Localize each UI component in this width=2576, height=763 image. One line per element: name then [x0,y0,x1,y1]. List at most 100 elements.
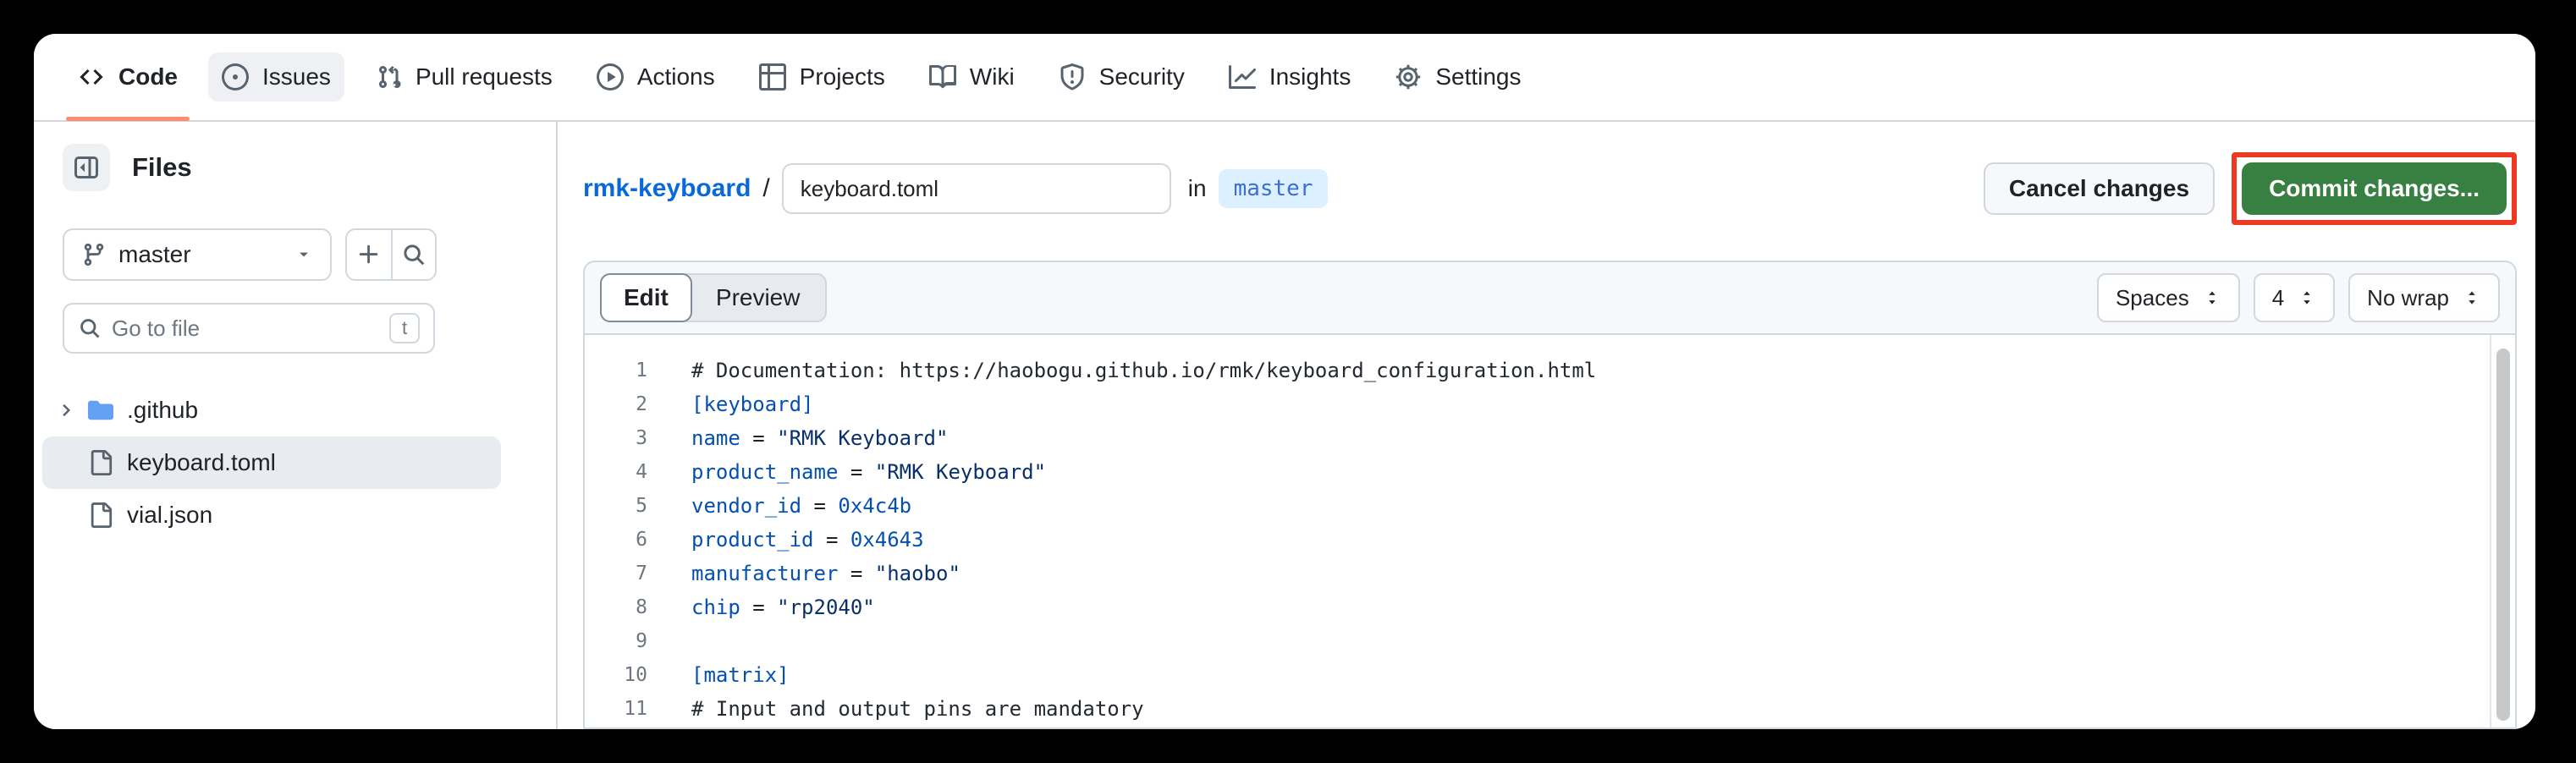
tab-issues[interactable]: Issues [200,34,353,120]
in-label: in [1188,175,1207,202]
files-header: Files [63,144,531,191]
line-content: [matrix] [647,658,790,692]
scrollbar-thumb[interactable] [2496,349,2510,721]
files-title: Files [132,152,192,183]
content: Files master [34,122,2535,729]
code-line[interactable]: 10[matrix] [585,658,2515,692]
code-line[interactable]: 4product_name = "RMK Keyboard" [585,455,2515,489]
unfold-icon [2463,288,2481,307]
code-line[interactable]: 3name = "RMK Keyboard" [585,421,2515,455]
breadcrumb: rmk-keyboard / in master [583,163,1328,214]
unfold-icon [2203,288,2221,307]
tab-label: Settings [1435,63,1521,91]
line-number: 3 [585,421,647,455]
select-value: 4 [2272,285,2284,311]
tab-pill: Pull requests [361,52,566,102]
tab-pill: Wiki [916,52,1028,102]
shortcut-key-badge: t [389,313,420,343]
code-line[interactable]: 1# Documentation: https://haobogu.github… [585,354,2515,387]
go-to-file-input[interactable] [112,316,379,342]
code-line[interactable]: 5vendor_id = 0x4c4b [585,489,2515,523]
tab-edit[interactable]: Edit [600,273,692,322]
code-lines[interactable]: 1# Documentation: https://haobogu.github… [585,335,2515,727]
branch-name: master [118,241,283,268]
cancel-changes-button[interactable]: Cancel changes [1984,162,2215,215]
tab-pill: Code [64,52,191,102]
line-content: # Input and output pins are mandatory [647,692,1144,726]
code-area[interactable]: 1# Documentation: https://haobogu.github… [585,335,2515,727]
line-content: # Documentation: https://haobogu.github.… [647,354,1596,387]
play-icon [597,63,624,91]
code-line[interactable]: 6product_id = 0x4643 [585,523,2515,557]
plus-icon [356,242,382,267]
chevron-right-icon[interactable] [54,399,80,421]
tab-wiki[interactable]: Wiki [907,34,1037,120]
new-file-button[interactable] [347,230,391,279]
line-content [647,624,691,658]
line-content: product_name = "RMK Keyboard" [647,455,1046,489]
tree-item-vial.json[interactable]: vial.json [42,489,501,541]
files-sidebar: Files master [34,122,558,729]
code-line[interactable]: 8chip = "rp2040" [585,590,2515,624]
chevron-down-icon [294,245,313,264]
line-number: 5 [585,489,647,523]
pr-icon [375,63,402,91]
editor-controls: Spaces 4 No wrap [2097,273,2500,322]
code-line[interactable]: 9 [585,624,2515,658]
tab-code[interactable]: Code [56,34,200,120]
code-line[interactable]: 12input_pins = ["PIN_6", "PIN_7", "PIN_8… [585,726,2515,727]
unfold-icon [2298,288,2316,307]
commit-changes-button[interactable]: Commit changes... [2242,162,2507,215]
tab-insights[interactable]: Insights [1207,34,1373,120]
go-to-file-search: t [63,303,435,354]
tree-item-label: .github [127,397,198,424]
line-content: chip = "rp2040" [647,590,875,624]
tab-actions[interactable]: Actions [575,34,737,120]
file-editor: Edit Preview Spaces 4 No wrap 1# Documenta… [583,261,2517,729]
file-icon [88,450,113,475]
tab-security[interactable]: Security [1037,34,1207,120]
wrap-mode-select[interactable]: No wrap [2348,273,2500,322]
repo-link[interactable]: rmk-keyboard [583,174,751,203]
tab-projects[interactable]: Projects [737,34,907,120]
tree-item-label: keyboard.toml [127,449,276,476]
indent-size-select[interactable]: 4 [2254,273,2335,322]
line-number: 8 [585,590,647,624]
code-line[interactable]: 2[keyboard] [585,387,2515,421]
tree-item-.github[interactable]: .github [42,384,501,436]
tab-pill: Insights [1215,52,1365,102]
filename-input[interactable] [782,163,1171,214]
tab-label: Issues [262,63,331,91]
collapse-sidebar-button[interactable] [63,144,110,191]
tab-label: Insights [1269,63,1351,91]
tab-preview[interactable]: Preview [691,275,826,321]
tree-action-group [345,228,437,281]
tab-pull-requests[interactable]: Pull requests [353,34,575,120]
line-content: [keyboard] [647,387,814,421]
search-icon [401,242,427,267]
table-icon [759,63,786,91]
indent-mode-select[interactable]: Spaces [2097,273,2240,322]
tab-settings[interactable]: Settings [1373,34,1543,120]
issue-icon [222,63,249,91]
line-content: product_id = 0x4643 [647,523,924,557]
file-tree: .github keyboard.toml vial.json [42,384,531,541]
branch-badge: master [1219,169,1329,208]
line-content: manufacturer = "haobo" [647,557,960,590]
tab-pill: Settings [1381,52,1534,102]
branch-selector[interactable]: master [63,228,332,281]
header-actions: Cancel changes Commit changes... [1984,152,2517,225]
line-number: 2 [585,387,647,421]
select-value: No wrap [2367,285,2449,311]
editor-scrollbar[interactable] [2490,335,2515,727]
search-files-button[interactable] [391,230,435,279]
main-panel: rmk-keyboard / in master Cancel changes … [558,122,2535,729]
git-branch-icon [81,242,107,267]
graph-icon [1229,63,1256,91]
code-line[interactable]: 7manufacturer = "haobo" [585,557,2515,590]
folder-icon [88,398,113,423]
editor-toolbar: Edit Preview Spaces 4 No wrap [585,262,2515,335]
code-line[interactable]: 11# Input and output pins are mandatory [585,692,2515,726]
tree-item-keyboard.toml[interactable]: keyboard.toml [42,436,501,489]
tab-label: Wiki [970,63,1015,91]
